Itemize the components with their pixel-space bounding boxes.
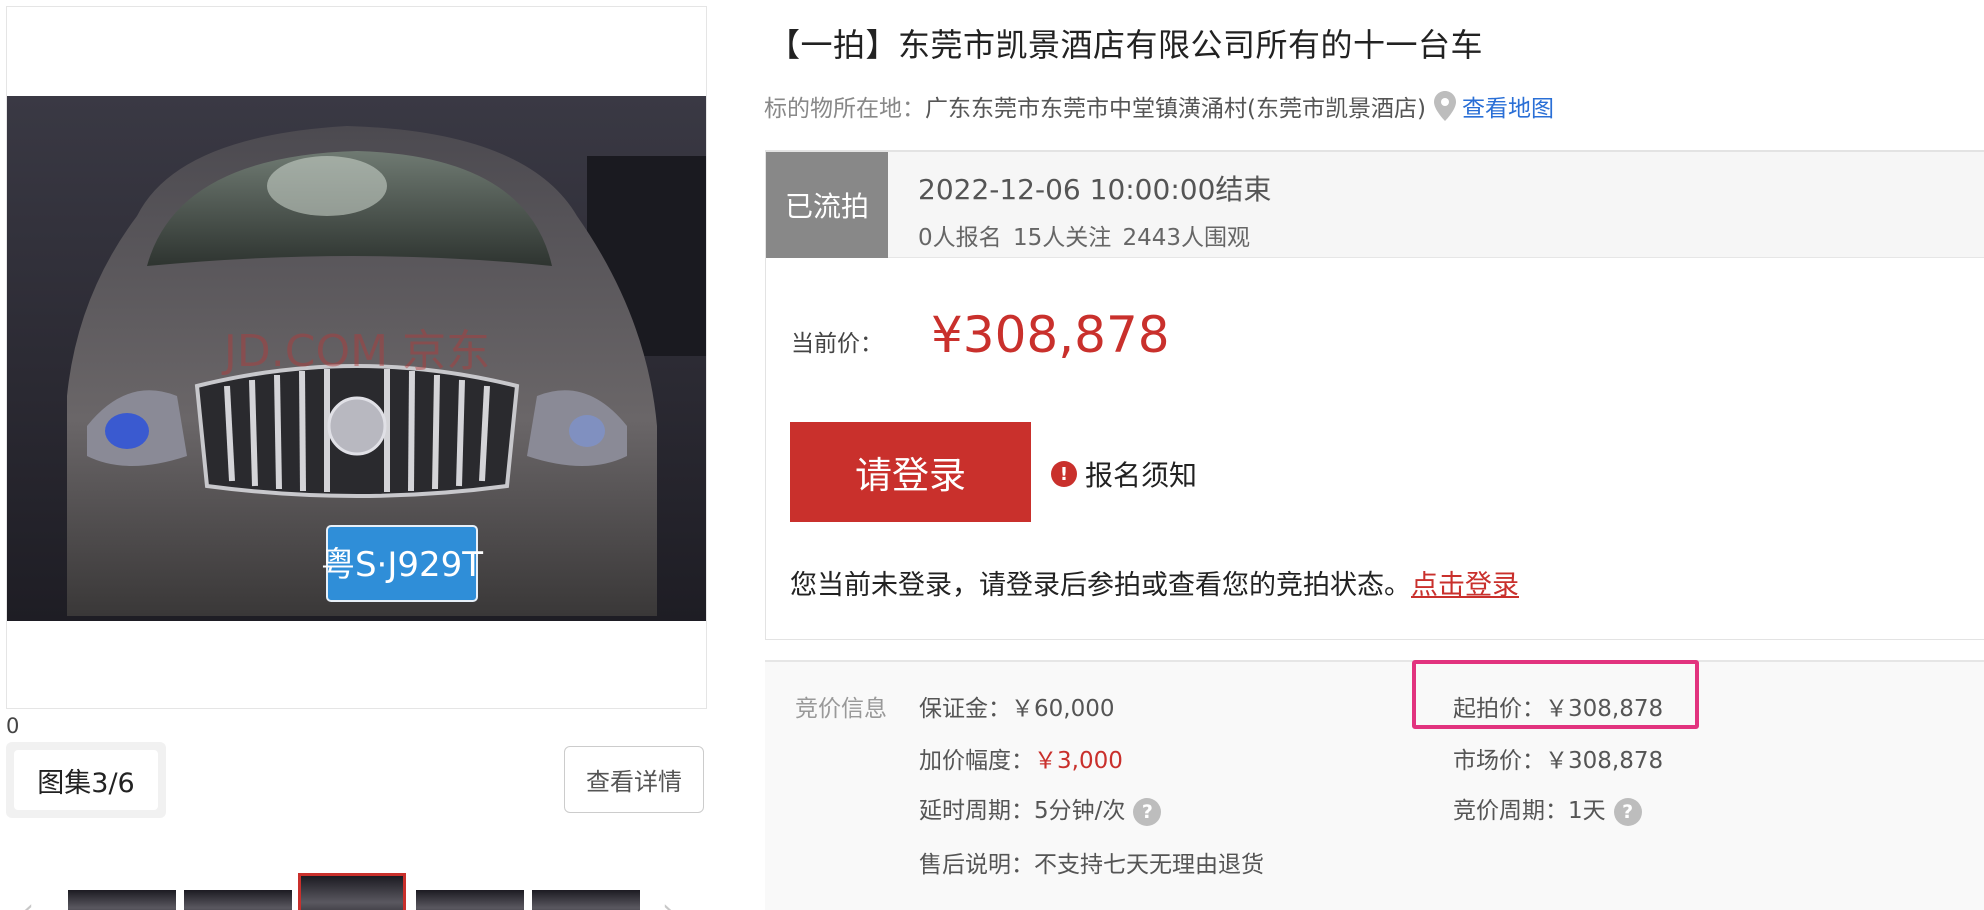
image-counter: 0 [6,714,20,738]
current-price-value: ¥308,878 [931,306,1170,364]
location-value: 广东东莞市东莞市中堂镇潢涌村(东莞市凯景酒店) [925,96,1426,122]
status-badge: 已流拍 [766,152,888,258]
market-price-label: 市场价： [1453,748,1545,774]
login-button[interactable]: 请登录 [790,422,1031,522]
aftersale-label: 售后说明： [919,852,1034,878]
registration-notice-label: 报名须知 [1085,459,1198,492]
help-icon[interactable]: ? [1613,797,1642,826]
increment-row: 加价幅度：￥3,000 [919,741,1123,775]
increment-label: 加价幅度： [919,748,1034,774]
album-label: 图集3/6 [14,750,158,810]
market-price-row: 市场价：￥308,878 [1453,741,1663,775]
end-time: 2022-12-06 10:00:00结束 [918,173,1272,206]
main-image-frame: 粤S·J929T JD.COM 京东 [6,6,707,709]
car-photo[interactable]: 粤S·J929T JD.COM 京东 [7,96,706,621]
bid-period-label: 竞价周期： [1453,798,1568,824]
aftersale-value: 不支持七天无理由退货 [1034,852,1264,878]
click-login-link[interactable]: 点击登录 [1411,570,1519,601]
bid-info-section: 竞价信息 保证金：￥60,000 加价幅度：￥3,000 延时周期：5分钟/次?… [765,660,1984,910]
chevron-left-icon[interactable]: ‹ [22,896,34,910]
thumbnail-3-active[interactable] [298,873,406,910]
location-row: 标的物所在地： 广东东莞市东莞市中堂镇潢涌村(东莞市凯景酒店) 查看地图 [764,90,1554,122]
page-title: 【一拍】东莞市凯景酒店有限公司所有的十一台车 [768,26,1484,64]
auction-status-panel: 已流拍 2022-12-06 10:00:00结束 0人报名 15人关注 244… [765,150,1984,640]
login-hint-text: 您当前未登录，请登录后参拍或查看您的竞拍状态。 [790,570,1411,601]
thumbnail-2[interactable] [184,890,292,910]
delay-value: 5分钟/次 [1034,798,1126,824]
album-badge[interactable]: 图集3/6 [6,742,166,818]
deposit-label: 保证金： [919,696,1011,722]
delay-row: 延时周期：5分钟/次? [919,791,1162,826]
thumbnail-1[interactable] [68,890,176,910]
thumbnail-4[interactable] [416,890,524,910]
alert-icon: ! [1051,461,1077,487]
login-hint: 您当前未登录，请登录后参拍或查看您的竞拍状态。点击登录 [790,563,1519,602]
location-label: 标的物所在地： [764,96,925,122]
participation-stats: 0人报名 15人关注 2443人围观 [918,225,1251,251]
delay-label: 延时周期： [919,798,1034,824]
chevron-right-icon[interactable]: › [662,896,674,910]
thumbnail-strip: ‹ › [0,870,700,910]
bid-period-row: 竞价周期：1天? [1453,791,1642,826]
deposit-value: ￥60,000 [1011,696,1115,722]
registration-notice-link[interactable]: ! 报名须知 [1051,454,1197,494]
view-map-link[interactable]: 查看地图 [1462,89,1554,123]
start-price-highlight [1412,660,1699,729]
deposit-row: 保证金：￥60,000 [919,689,1114,723]
location-pin-icon [1433,91,1456,121]
photo-watermark: JD.COM 京东 [221,326,490,377]
current-price-label: 当前价： [791,331,883,357]
help-icon[interactable]: ? [1133,797,1162,826]
increment-value: ￥3,000 [1034,748,1123,774]
aftersale-row: 售后说明：不支持七天无理由退货 [919,845,1264,879]
bid-info-label: 竞价信息 [795,696,887,722]
license-plate-text: 粤S·J929T [321,545,483,585]
bid-period-value: 1天 [1568,798,1606,824]
thumbnail-5[interactable] [532,890,640,910]
status-header: 已流拍 2022-12-06 10:00:00结束 0人报名 15人关注 244… [766,152,1984,258]
view-details-button[interactable]: 查看详情 [564,746,704,813]
market-price-value: ￥308,878 [1545,748,1664,774]
